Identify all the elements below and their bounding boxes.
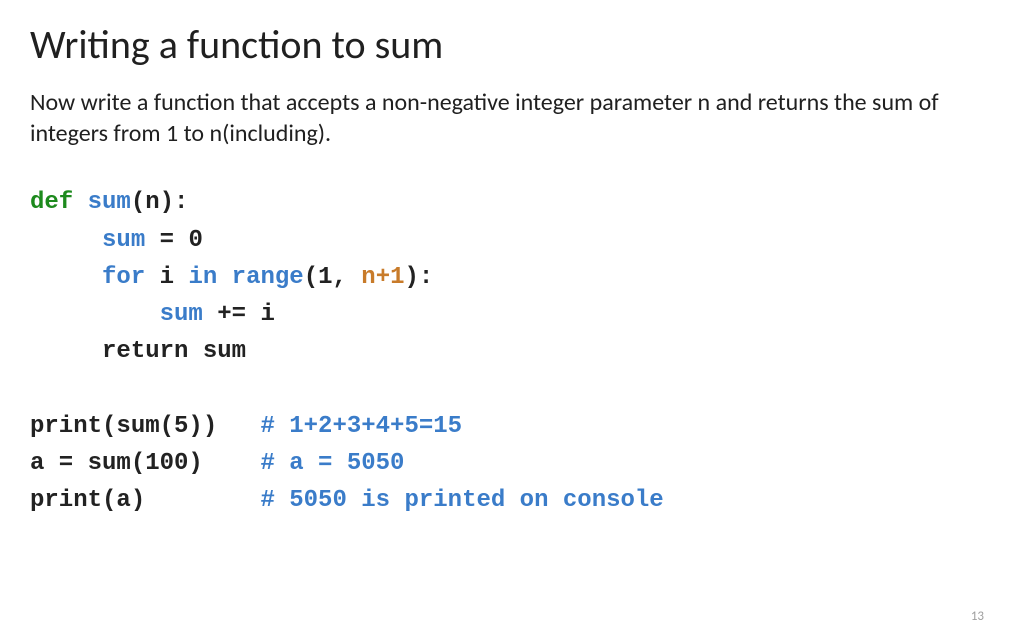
range-close: ): bbox=[405, 264, 434, 291]
return-stmt: return sum bbox=[102, 338, 246, 365]
range-open: (1, bbox=[304, 264, 362, 291]
var-sum: sum bbox=[102, 227, 145, 254]
var-sum-incr: sum bbox=[160, 301, 203, 328]
params: (n): bbox=[131, 189, 189, 216]
assign-sum-100: a = sum(100) bbox=[30, 450, 260, 477]
print-a: print(a) bbox=[30, 487, 260, 514]
function-name: sum bbox=[88, 189, 131, 216]
page-number: 13 bbox=[971, 609, 984, 624]
code-block: def sum(n): sum = 0 for i in range(1, n+… bbox=[30, 184, 994, 519]
print-sum-5: print(sum(5)) bbox=[30, 413, 260, 440]
keyword-for: for bbox=[102, 264, 145, 291]
plus-equals-i: += i bbox=[203, 301, 275, 328]
keyword-def: def bbox=[30, 189, 73, 216]
comment-3: # 5050 is printed on console bbox=[260, 487, 663, 514]
comment-2: # a = 5050 bbox=[260, 450, 404, 477]
loop-var: i bbox=[145, 264, 188, 291]
range-call: range bbox=[217, 264, 303, 291]
slide-title: Writing a function to sum bbox=[30, 20, 994, 69]
keyword-in: in bbox=[188, 264, 217, 291]
comment-1: # 1+2+3+4+5=15 bbox=[260, 413, 462, 440]
slide-description: Now write a function that accepts a non-… bbox=[30, 87, 994, 149]
assign-zero: = 0 bbox=[145, 227, 203, 254]
n-plus-1: n+1 bbox=[361, 264, 404, 291]
